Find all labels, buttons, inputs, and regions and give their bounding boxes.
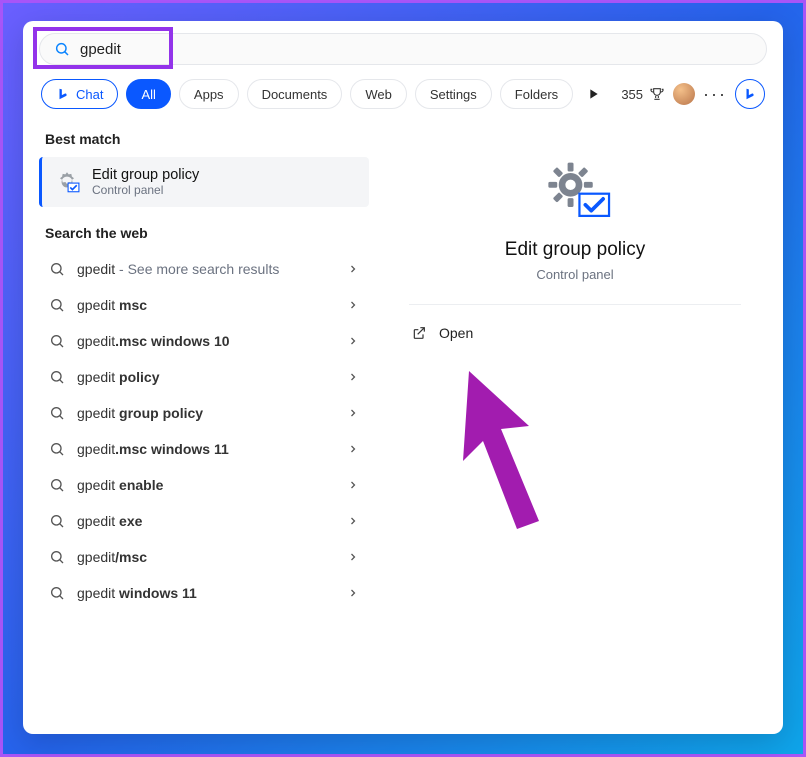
- web-result-label: gpedit msc: [77, 297, 335, 313]
- search-input[interactable]: [80, 41, 752, 58]
- web-results-list: gpedit - See more search results gpedit m…: [39, 251, 369, 611]
- bing-button[interactable]: [735, 79, 765, 109]
- best-match-title: Edit group policy: [92, 167, 199, 183]
- best-match-text: Edit group policy Control panel: [92, 167, 199, 197]
- tab-documents-label: Documents: [262, 87, 328, 102]
- web-result-item[interactable]: gpedit msc: [39, 287, 369, 323]
- chevron-right-icon: [347, 587, 359, 599]
- tab-web-label: Web: [365, 87, 392, 102]
- web-result-item[interactable]: gpedit.msc windows 10: [39, 323, 369, 359]
- web-result-label: gpedit exe: [77, 513, 335, 529]
- chevron-right-icon: [347, 335, 359, 347]
- search-icon: [49, 369, 65, 385]
- web-result-label: gpedit enable: [77, 477, 335, 493]
- chevron-right-icon: [347, 407, 359, 419]
- filter-tabs: Chat All Apps Documents Web Settings Fol…: [39, 77, 767, 123]
- preview-pane: Edit group policy Control panel Open: [383, 123, 767, 718]
- chevron-right-icon: [347, 371, 359, 383]
- tab-folders[interactable]: Folders: [500, 79, 573, 109]
- open-action[interactable]: Open: [409, 319, 741, 347]
- preview-subtitle: Control panel: [409, 267, 741, 282]
- search-row: [39, 33, 767, 65]
- search-icon: [49, 549, 65, 565]
- rewards-points[interactable]: 355: [621, 86, 665, 102]
- search-box[interactable]: [39, 33, 767, 65]
- web-result-label: gpedit windows 11: [77, 585, 335, 601]
- tab-settings[interactable]: Settings: [415, 79, 492, 109]
- tab-apps[interactable]: Apps: [179, 79, 239, 109]
- preview-title: Edit group policy: [409, 239, 741, 261]
- more-menu-icon[interactable]: ···: [703, 84, 727, 105]
- preview-icon-wrap: [409, 155, 741, 225]
- chevron-right-icon: [347, 299, 359, 311]
- tab-apps-label: Apps: [194, 87, 224, 102]
- web-result-label: gpedit group policy: [77, 405, 335, 421]
- search-icon: [49, 441, 65, 457]
- web-result-item[interactable]: gpedit exe: [39, 503, 369, 539]
- avatar[interactable]: [673, 83, 695, 105]
- chevron-right-icon: [347, 551, 359, 563]
- search-icon: [49, 297, 65, 313]
- search-web-header: Search the web: [39, 217, 369, 251]
- tab-chat[interactable]: Chat: [41, 79, 118, 109]
- gear-check-large-icon: [538, 155, 612, 225]
- web-result-item[interactable]: gpedit windows 11: [39, 575, 369, 611]
- search-icon: [49, 333, 65, 349]
- web-result-item[interactable]: gpedit.msc windows 11: [39, 431, 369, 467]
- best-match-header: Best match: [39, 123, 369, 157]
- tab-documents[interactable]: Documents: [247, 79, 343, 109]
- tab-folders-label: Folders: [515, 87, 558, 102]
- web-result-label: gpedit.msc windows 10: [77, 333, 335, 349]
- search-icon: [49, 405, 65, 421]
- chevron-right-icon: [347, 443, 359, 455]
- chevron-right-icon: [347, 515, 359, 527]
- web-result-label: gpedit.msc windows 11: [77, 441, 335, 457]
- web-result-item[interactable]: gpedit group policy: [39, 395, 369, 431]
- search-icon: [49, 513, 65, 529]
- results-split: Best match Edit group policy Control pan…: [39, 123, 767, 718]
- best-match-item[interactable]: Edit group policy Control panel: [39, 157, 369, 207]
- chevron-right-icon: [347, 479, 359, 491]
- tab-all[interactable]: All: [126, 79, 170, 109]
- search-icon: [49, 261, 65, 277]
- tab-all-label: All: [141, 87, 155, 102]
- trophy-icon: [649, 86, 665, 102]
- gear-check-icon: [54, 169, 80, 195]
- web-result-item[interactable]: gpedit policy: [39, 359, 369, 395]
- search-icon: [49, 585, 65, 601]
- tab-web[interactable]: Web: [350, 79, 407, 109]
- web-result-item[interactable]: gpedit - See more search results: [39, 251, 369, 287]
- tab-chat-label: Chat: [76, 87, 103, 102]
- results-left: Best match Edit group policy Control pan…: [39, 123, 369, 718]
- web-result-item[interactable]: gpedit/msc: [39, 539, 369, 575]
- web-result-label: gpedit/msc: [77, 549, 335, 565]
- search-icon: [54, 41, 70, 57]
- open-label: Open: [439, 325, 473, 341]
- chevron-right-icon: [347, 263, 359, 275]
- web-result-label: gpedit policy: [77, 369, 335, 385]
- open-external-icon: [411, 325, 427, 341]
- bing-icon: [743, 87, 757, 101]
- more-tabs-icon[interactable]: [585, 86, 601, 102]
- search-icon: [49, 477, 65, 493]
- web-result-label: gpedit - See more search results: [77, 261, 335, 277]
- bing-chat-icon: [56, 87, 70, 101]
- best-match-subtitle: Control panel: [92, 183, 199, 197]
- search-panel: Chat All Apps Documents Web Settings Fol…: [23, 21, 783, 734]
- preview-divider: [409, 304, 741, 305]
- web-result-item[interactable]: gpedit enable: [39, 467, 369, 503]
- tab-settings-label: Settings: [430, 87, 477, 102]
- rewards-value: 355: [621, 87, 643, 102]
